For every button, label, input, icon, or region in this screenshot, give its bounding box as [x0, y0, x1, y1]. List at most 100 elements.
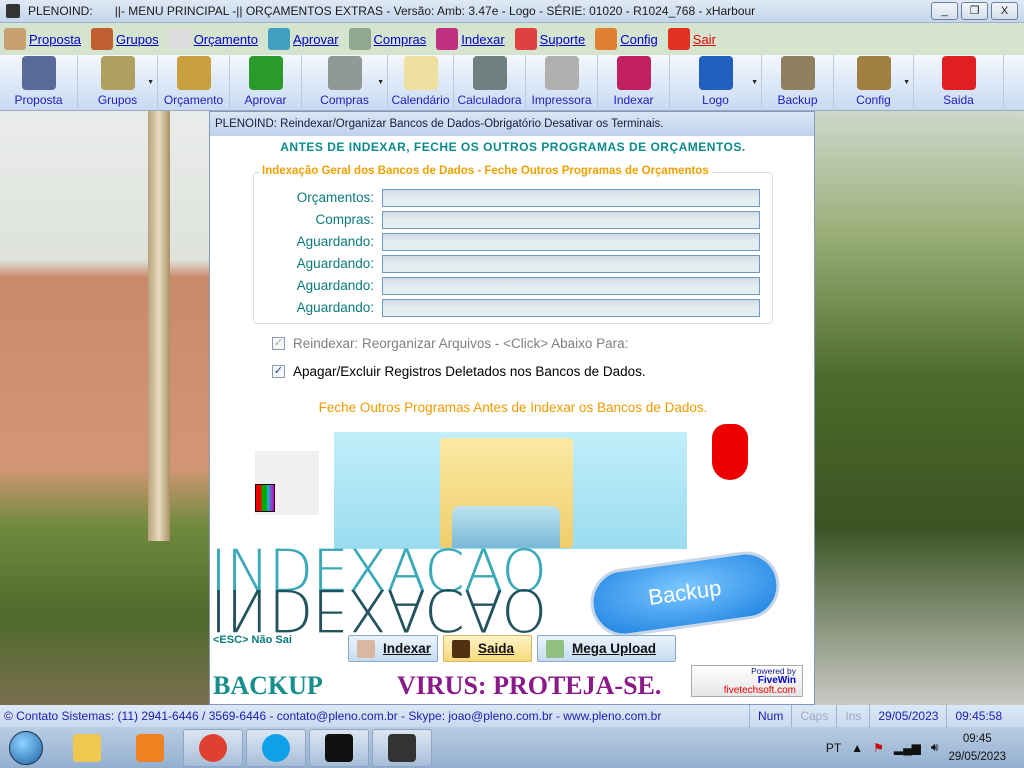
mega-upload-button[interactable]: Mega Upload	[537, 635, 676, 662]
menu-label: Aprovar	[293, 31, 339, 47]
menu-indexar[interactable]: Indexar	[436, 28, 505, 50]
menu-label: Compras	[373, 31, 427, 47]
toolbar-impressora[interactable]: Impressora	[526, 55, 598, 111]
toolbar-logo[interactable]: Logo ▼	[670, 55, 762, 111]
virus-label: VIRUS: PROTEJA-SE.	[397, 671, 662, 700]
taskbar-media-player[interactable]	[120, 729, 180, 767]
menu-label: Sair	[692, 31, 716, 47]
progress-field	[382, 211, 760, 229]
toolbar-label: Proposta	[14, 93, 63, 107]
restore-button[interactable]: ❐	[961, 2, 988, 20]
toolbar-aprovar[interactable]: Aprovar	[230, 55, 302, 111]
status-bar: © Contato Sistemas: (11) 2941-6446 / 356…	[0, 705, 1024, 727]
volume-icon[interactable]: 🔊︎	[931, 740, 939, 755]
taskbar-skype[interactable]	[246, 728, 306, 767]
toolbar-backup[interactable]: Backup	[762, 55, 834, 111]
toolbar-calendario[interactable]: Calendário	[388, 55, 454, 111]
warning-text: ANTES DE INDEXAR, FECHE OS OUTROS PROGRA…	[280, 140, 746, 154]
menu-compras[interactable]: Compras	[348, 28, 427, 50]
title-bar: PLENOIND: ||- MENU PRINCIPAL -|| ORÇAMEN…	[0, 0, 1024, 23]
proposal-icon	[21, 56, 56, 90]
progress-row: Orçamentos:	[254, 189, 774, 209]
first-aid-icon	[514, 28, 537, 50]
progress-row: Aguardando:	[254, 277, 774, 297]
menu-config[interactable]: Config	[595, 28, 658, 50]
toolbar-orcamento[interactable]: Orçamento	[158, 55, 230, 111]
progress-field	[382, 233, 760, 251]
progress-label: Aguardando:	[296, 256, 374, 271]
status-date: 29/05/2023	[869, 705, 946, 727]
books-icon	[91, 28, 114, 50]
media-player-icon	[136, 733, 164, 762]
dropdown-arrow-icon[interactable]: ▼	[377, 79, 384, 86]
toolbar-label: Impressora	[531, 93, 592, 107]
cart-icon	[327, 56, 362, 90]
indexar-button[interactable]: Indexar	[348, 635, 438, 662]
dropdown-arrow-icon[interactable]: ▼	[751, 79, 758, 86]
close-button[interactable]: X	[991, 2, 1018, 20]
info-icon	[698, 56, 733, 90]
toolbar-proposta[interactable]: Proposta	[0, 55, 78, 111]
explorer-icon	[73, 733, 101, 762]
approve-icon	[268, 28, 290, 50]
menu-label: Grupos	[116, 31, 159, 47]
taskbar-chrome[interactable]	[183, 728, 243, 767]
saida-button[interactable]: Saida	[443, 635, 532, 662]
taskbar-cmd[interactable]	[309, 728, 369, 767]
start-button[interactable]	[9, 730, 43, 765]
printer-icon	[544, 56, 579, 90]
progress-label: Aguardando:	[296, 300, 374, 315]
progress-field	[382, 277, 760, 295]
cmd-icon	[325, 733, 353, 762]
chrome-icon	[199, 733, 227, 762]
dropdown-arrow-icon[interactable]: ▼	[903, 79, 910, 86]
action-center-flag-icon[interactable]: ⚑	[873, 741, 884, 755]
progress-label: Aguardando:	[296, 234, 374, 249]
show-hidden-icons[interactable]: ▲	[851, 741, 863, 755]
taskbar-explorer[interactable]	[57, 729, 117, 767]
toolbar-compras[interactable]: Compras ▼	[302, 55, 388, 111]
clock[interactable]: 09:45 29/05/2023	[948, 730, 1006, 766]
toolbar-indexar[interactable]: Indexar	[598, 55, 670, 111]
menu-proposta[interactable]: Proposta	[4, 28, 81, 50]
app-name: PLENOIND:	[28, 4, 93, 18]
indexacao-reflection: INDEXACAO	[210, 576, 546, 644]
network-icon[interactable]: ▂▄▆	[894, 741, 921, 755]
toolbar-config[interactable]: Config ▼	[834, 55, 914, 111]
stop-hand-icon	[712, 424, 748, 480]
menu-grupos[interactable]: Grupos	[91, 28, 159, 50]
toolbar-calculadora[interactable]: Calculadora	[454, 55, 526, 111]
toolbar-label: Logo	[702, 93, 729, 107]
minimize-button[interactable]: _	[931, 2, 958, 20]
menu-suporte[interactable]: Suporte	[514, 28, 585, 50]
menu-orcamento[interactable]: Orçamento	[168, 28, 258, 50]
taskbar-phone-app[interactable]	[372, 728, 432, 767]
menu-sair[interactable]: Sair	[667, 28, 716, 50]
power-icon	[667, 28, 690, 50]
menu-aprovar[interactable]: Aprovar	[268, 28, 339, 50]
caps-indicator: Caps	[791, 705, 836, 727]
language-indicator[interactable]: PT	[826, 741, 841, 755]
reindex-dialog: PLENOIND: Reindexar/Organizar Bancos de …	[209, 111, 815, 705]
gate-icon	[856, 56, 891, 90]
dialog-title: PLENOIND: Reindexar/Organizar Bancos de …	[210, 112, 814, 136]
toolbar-label: Aprovar	[244, 93, 287, 107]
progress-label: Compras:	[315, 212, 374, 227]
delete-records-checkbox[interactable]: ✓ Apagar/Excluir Registros Deletados nos…	[272, 364, 646, 379]
index-icon	[616, 56, 651, 90]
menu-label: Proposta	[29, 31, 82, 47]
toolbar-saida[interactable]: Saida	[914, 55, 1004, 111]
checkbox-icon[interactable]: ✓	[272, 365, 285, 378]
dropdown-arrow-icon[interactable]: ▼	[147, 79, 154, 86]
progress-field	[382, 299, 760, 317]
toolbar-label: Compras	[320, 93, 369, 107]
note-text: Feche Outros Programas Antes de Indexar …	[318, 400, 708, 415]
toolbar-label: Saida	[943, 93, 974, 107]
system-tray: PT ▲ ⚑ ▂▄▆ 🔊︎ 09:45 29/05/2023	[826, 727, 1024, 768]
books-icon	[255, 484, 275, 512]
backup-cloud-button[interactable]: Backup	[586, 547, 784, 641]
toolbar-grupos[interactable]: Grupos ▼	[78, 55, 158, 111]
calculator-icon	[472, 56, 507, 90]
cart-icon	[348, 28, 371, 50]
delete-records-label: Apagar/Excluir Registros Deletados nos B…	[293, 364, 646, 379]
